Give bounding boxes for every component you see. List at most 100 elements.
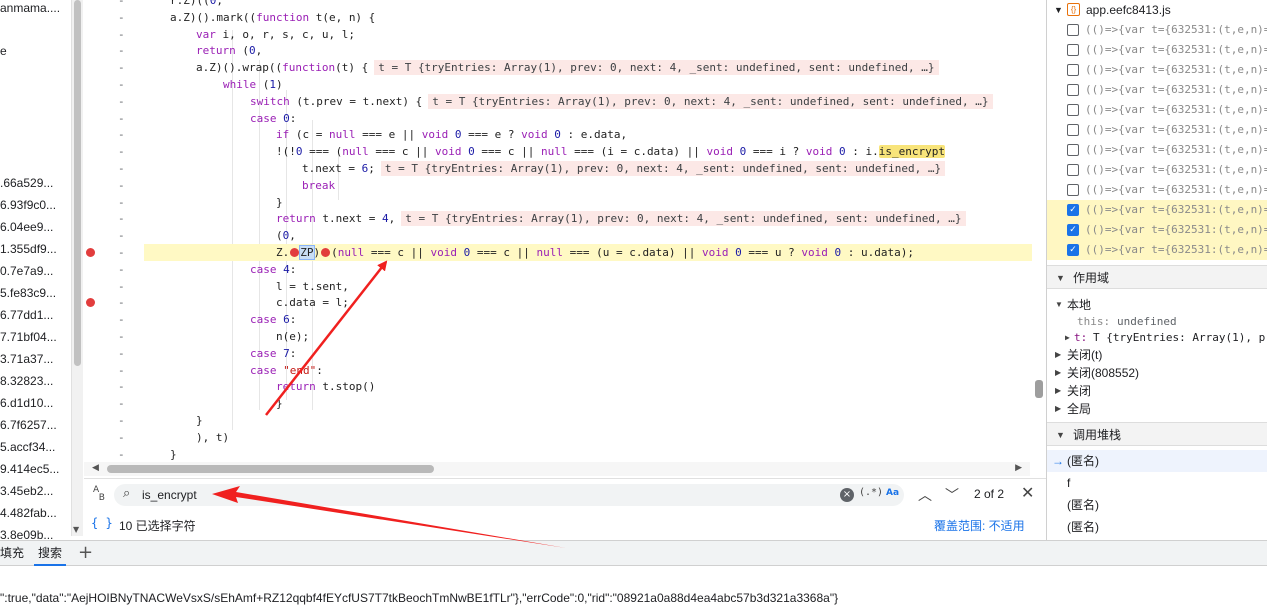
gutter-row[interactable]: - (84, 59, 144, 76)
code-line[interactable]: return (0, (144, 42, 1046, 59)
gutter-row[interactable]: - (84, 26, 144, 43)
line-marker[interactable]: - (118, 194, 125, 211)
code-line[interactable]: a.Z)().wrap((function(t) {t = T {tryEntr… (144, 59, 1046, 76)
gutter-row[interactable]: - (84, 160, 144, 177)
breakpoint-row[interactable]: (()=>{var t={632531:(t,e,n)=> (1047, 60, 1267, 80)
file-list-item[interactable]: 6.7f6257... (0, 417, 70, 434)
call-stack-frame[interactable]: (匿名) (1047, 494, 1267, 516)
gutter-row[interactable]: - (84, 328, 144, 345)
code-line[interactable]: (0, (144, 227, 1046, 244)
call-stack-frame[interactable]: (匿名) (1047, 516, 1267, 538)
search-result-line[interactable]: ":true,"data":"AejHOIBNyTNACWeVsxS/sEhAm… (0, 591, 838, 605)
breakpoint-checkbox[interactable] (1067, 84, 1079, 96)
line-marker[interactable]: - (118, 42, 125, 59)
gutter-row[interactable]: - (84, 143, 144, 160)
call-stack-frame[interactable]: f (1047, 472, 1267, 494)
code-line[interactable]: } (144, 395, 1046, 412)
code-content[interactable]: r.Z)((0, a.Z)().mark((function t(e, n) {v… (144, 0, 1046, 478)
file-list-item[interactable]: 6.d1d10... (0, 395, 70, 412)
file-list-item[interactable]: 3.71a37... (0, 351, 70, 368)
previous-match-icon[interactable]: ︿ (918, 485, 932, 505)
file-list-item[interactable]: 6.04ee9... (0, 219, 70, 236)
gutter-row[interactable]: - (84, 446, 144, 463)
tab-search[interactable]: 搜索 (34, 541, 67, 566)
breakpoint-row[interactable]: (()=>{var t={632531:(t,e,n)=> (1047, 100, 1267, 120)
code-line[interactable]: case 6: (144, 311, 1046, 328)
gutter-row[interactable]: - (84, 378, 144, 395)
file-list-item[interactable]: 1.355df9... (0, 241, 70, 258)
line-marker[interactable]: - (118, 143, 125, 160)
line-gutter[interactable]: ---------------------------- (84, 0, 144, 478)
file-list-item[interactable]: 8.32823... (0, 373, 70, 390)
file-list-scrollbar[interactable]: ▼ (71, 0, 83, 536)
gutter-row[interactable]: - (84, 177, 144, 194)
file-list-item[interactable]: 6.77dd1... (0, 307, 70, 324)
line-marker[interactable]: - (118, 429, 125, 446)
gutter-row[interactable]: - (84, 362, 144, 379)
line-marker[interactable]: - (118, 227, 125, 244)
line-marker[interactable]: - (118, 0, 125, 9)
file-list-item[interactable]: 3.8e09b... (0, 527, 70, 540)
close-search-icon[interactable]: ✕ (1021, 483, 1034, 502)
call-stack-frame[interactable]: → (匿名) (1047, 450, 1267, 472)
line-marker[interactable]: - (118, 177, 125, 194)
breakpoint-row[interactable]: ✓ (()=>{var t={632531:(t,e,n)=> (1047, 240, 1267, 260)
breakpoint-row[interactable]: (()=>{var t={632531:(t,e,n)=> (1047, 40, 1267, 60)
inline-breakpoint-icon[interactable] (290, 248, 300, 257)
code-line[interactable]: !(!0 === (null === c || void 0 === c || … (144, 143, 1046, 160)
code-line[interactable]: case 4: (144, 261, 1046, 278)
file-list-item[interactable]: 6.93f9c0... (0, 197, 70, 214)
line-marker[interactable]: - (118, 345, 125, 362)
scrollbar-thumb[interactable] (1035, 380, 1043, 398)
expand-triangle-icon[interactable]: ▶ (1055, 400, 1061, 418)
code-line[interactable]: if (c = null === e || void 0 === e ? voi… (144, 126, 1046, 143)
breakpoint-checkbox[interactable]: ✓ (1067, 224, 1079, 236)
breakpoint-row[interactable]: (()=>{var t={632531:(t,e,n)=> (1047, 120, 1267, 140)
code-line[interactable]: case 7: (144, 345, 1046, 362)
line-marker[interactable]: - (118, 110, 125, 127)
line-marker[interactable]: - (118, 26, 125, 43)
code-line[interactable]: switch (t.prev = t.next) {t = T {tryEntr… (144, 93, 1046, 110)
line-marker[interactable]: - (118, 261, 125, 278)
call-stack-section-header[interactable]: ▼ 调用堆栈 (1047, 422, 1267, 446)
regex-toggle[interactable]: (.*) (859, 487, 883, 498)
line-marker[interactable]: - (118, 378, 125, 395)
code-horizontal-scrollbar[interactable]: ◀ ▶ (84, 462, 1030, 476)
gutter-row[interactable]: - (84, 261, 144, 278)
file-list-item[interactable]: anmama.... (0, 0, 70, 17)
file-list-item[interactable]: 5.fe83c9... (0, 285, 70, 302)
line-marker[interactable]: - (118, 446, 125, 463)
file-list-item[interactable]: 5.accf34... (0, 439, 70, 456)
gutter-row[interactable]: - (84, 42, 144, 59)
breakpoint-checkbox[interactable] (1067, 104, 1079, 116)
gutter-row[interactable]: - (84, 278, 144, 295)
match-whole-word-icon[interactable]: A B (93, 486, 105, 503)
scroll-down-icon[interactable]: ▼ (73, 525, 79, 534)
expand-triangle-icon[interactable]: ▶ (1055, 346, 1061, 364)
scroll-left-icon[interactable]: ◀ (92, 463, 99, 473)
breakpoint-row[interactable]: (()=>{var t={632531:(t,e,n)=> (1047, 180, 1267, 200)
coverage-link[interactable]: 覆盖范围: 不适用 (934, 517, 1025, 534)
code-line[interactable]: c.data = l; (144, 294, 1046, 311)
breakpoint-row[interactable]: ✓ (()=>{var t={632531:(t,e,n)=> (1047, 200, 1267, 220)
breakpoint-icon[interactable] (86, 248, 95, 257)
gutter-row[interactable]: - (84, 194, 144, 211)
breakpoint-checkbox[interactable] (1067, 164, 1079, 176)
breakpoint-checkbox[interactable] (1067, 124, 1079, 136)
breakpoint-checkbox[interactable] (1067, 184, 1079, 196)
code-line[interactable]: var i, o, r, s, c, u, l; (144, 26, 1046, 43)
scope-local[interactable]: ▼ 本地 (1047, 296, 1267, 314)
gutter-row[interactable]: - (84, 227, 144, 244)
code-line[interactable]: } (144, 446, 1046, 463)
tab-fill[interactable]: 填充 (0, 541, 28, 566)
breakpoint-checkbox[interactable]: ✓ (1067, 204, 1079, 216)
line-marker[interactable]: - (118, 328, 125, 345)
gutter-row[interactable]: - (84, 345, 144, 362)
code-line[interactable]: r.Z)((0, (144, 0, 1046, 9)
breakpoint-checkbox[interactable] (1067, 144, 1079, 156)
expand-triangle-icon[interactable]: ▶ (1065, 329, 1070, 347)
gutter-row[interactable]: - (84, 294, 144, 311)
gutter-row[interactable]: - (84, 412, 144, 429)
line-marker[interactable]: - (118, 395, 125, 412)
code-line[interactable]: return t.stop() (144, 378, 1046, 395)
